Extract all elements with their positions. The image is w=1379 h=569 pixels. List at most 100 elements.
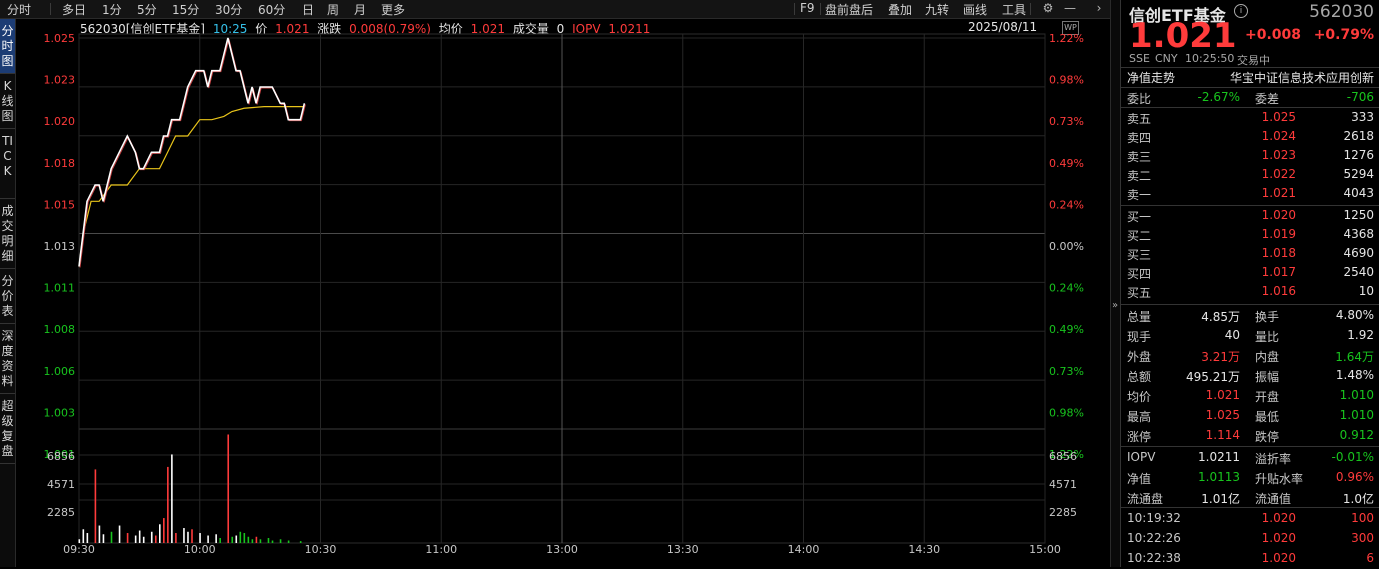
bid-row[interactable]: 买四 1.017 2540: [1127, 263, 1374, 283]
side-tab-3[interactable]: 成交明细: [0, 199, 15, 269]
bid-price: 1.019: [1261, 227, 1296, 241]
stat-value: 0.912: [1339, 428, 1374, 442]
time-tick-label: 10:30: [305, 543, 337, 556]
volume-bar: [82, 529, 85, 543]
period-tab-0[interactable]: 分时: [7, 1, 31, 18]
period-tab-8[interactable]: 周: [327, 1, 339, 18]
side-tab-4[interactable]: 分价表: [0, 269, 15, 324]
period-tab-9[interactable]: 月: [354, 1, 366, 18]
wc-label: 委差: [1255, 92, 1280, 106]
chevron-right-icon[interactable]: ›: [1092, 1, 1106, 15]
volume-bar: [102, 534, 105, 543]
ask-row[interactable]: 卖三 1.023 1276: [1127, 146, 1374, 166]
minus-icon[interactable]: —: [1063, 1, 1077, 15]
stat-value: 1.92: [1347, 328, 1374, 342]
volume-bar: [175, 533, 177, 543]
ask-label: 卖五: [1127, 112, 1152, 126]
side-tab-6[interactable]: 超级复盘: [0, 394, 15, 464]
nav-trend-link[interactable]: 净值走势: [1127, 69, 1175, 86]
period-tab-10[interactable]: 更多: [381, 1, 405, 18]
tool-tab-3[interactable]: 九转: [925, 1, 949, 18]
stat-value: 1.025: [1205, 408, 1240, 422]
vol-tick-label-right: 6856: [1049, 450, 1077, 463]
period-tab-5[interactable]: 30分: [215, 1, 242, 18]
stat-value: -0.01%: [1331, 450, 1374, 464]
side-tab-5[interactable]: 深度资料: [0, 324, 15, 394]
time-tick-label: 09:30: [63, 543, 95, 556]
volume-bar: [110, 531, 113, 543]
volume-bar: [159, 524, 161, 543]
quote-change-pct: +0.79%: [1313, 27, 1374, 43]
trade-price: 1.020: [1261, 551, 1296, 565]
bid-label: 买二: [1127, 229, 1152, 243]
volume-bar: [134, 535, 137, 543]
volume-bar: [98, 525, 101, 543]
price-line: [78, 37, 306, 267]
volume-bar: [255, 536, 258, 543]
bid-row[interactable]: 买一 1.020 1250: [1127, 206, 1374, 226]
bid-row[interactable]: 买三 1.018 4690: [1127, 244, 1374, 264]
stat-row: 涨停 1.114 跌停 0.912: [1127, 426, 1374, 446]
stat-label: 升贴水率: [1255, 472, 1304, 486]
stat-row: 最高 1.025 最低 1.010: [1127, 406, 1374, 426]
quote-panel: 信创ETF基金 i 562030 1.021 +0.008 +0.79% SSE…: [1120, 0, 1379, 567]
volume-bar: [227, 434, 230, 543]
quote-market: SSE: [1129, 52, 1150, 65]
period-tab-4[interactable]: 15分: [172, 1, 199, 18]
period-tab-2[interactable]: 1分: [102, 1, 122, 18]
side-tab-1[interactable]: K线图: [0, 74, 15, 129]
volume-bar: [183, 528, 185, 543]
volume-bar: [78, 539, 81, 543]
quote-status: 交易中: [1237, 54, 1270, 67]
time-tick-label: 11:00: [425, 543, 457, 556]
volume-bar: [126, 533, 129, 543]
bid-row[interactable]: 买五 1.016 10: [1127, 282, 1374, 302]
stat-value: 1.010: [1339, 388, 1374, 402]
volume-bar: [279, 539, 282, 543]
bid-volume: 4690: [1343, 246, 1374, 260]
stat-row: 外盘 3.21万 内盘 1.64万: [1127, 346, 1374, 366]
bid-row[interactable]: 买二 1.019 4368: [1127, 225, 1374, 245]
volume-bar: [267, 538, 270, 543]
volume-bar: [94, 469, 97, 543]
ask-row[interactable]: 卖二 1.022 5294: [1127, 165, 1374, 185]
tool-tab-5[interactable]: 工具: [1002, 1, 1026, 18]
quote-currency: CNY: [1155, 52, 1178, 65]
stat-label: 开盘: [1255, 390, 1280, 404]
pct-tick-label: 0.98%: [1049, 406, 1084, 419]
stat-value: 0.96%: [1335, 470, 1374, 484]
period-tab-6[interactable]: 60分: [258, 1, 285, 18]
tool-tab-1[interactable]: 盘前盘后: [825, 1, 873, 18]
settings-gear-icon[interactable]: ⚙: [1041, 1, 1055, 15]
stat-label: 内盘: [1255, 350, 1280, 364]
side-tab-2[interactable]: TICK: [0, 129, 15, 199]
stat-label: 溢折率: [1255, 452, 1292, 466]
side-tab-label: 超级复盘: [1, 399, 14, 458]
volume-bar: [247, 536, 250, 543]
expand-arrow-icon[interactable]: »: [1112, 300, 1118, 311]
stat-label: 总额: [1127, 370, 1152, 384]
bid-volume: 1250: [1343, 208, 1374, 222]
volume-bar: [191, 529, 193, 543]
tool-tab-4[interactable]: 画线: [963, 1, 987, 18]
stat-label: 最低: [1255, 410, 1280, 424]
trade-price: 1.020: [1261, 511, 1296, 525]
avg-price-line: [78, 105, 305, 267]
bid-label: 买四: [1127, 267, 1152, 281]
ask-row[interactable]: 卖一 1.021 4043: [1127, 184, 1374, 204]
stat-value: 1.021: [1205, 388, 1240, 402]
period-tab-7[interactable]: 日: [302, 1, 314, 18]
tool-tab-2[interactable]: 叠加: [888, 1, 912, 18]
volume-bar: [187, 531, 189, 543]
side-tab-0[interactable]: 分时图: [0, 19, 15, 74]
ask-row[interactable]: 卖四 1.024 2618: [1127, 127, 1374, 147]
ask-row[interactable]: 卖五 1.025 333: [1127, 108, 1374, 128]
side-tab-label: K线图: [1, 79, 14, 123]
stat-row: 现手 40 量比 1.92: [1127, 326, 1374, 346]
period-tab-3[interactable]: 5分: [137, 1, 157, 18]
pct-tick-label: 0.73%: [1049, 115, 1084, 128]
quote-time: 10:25:50: [1185, 52, 1235, 65]
tool-tab-0[interactable]: F9: [800, 1, 815, 15]
pct-tick-label: 0.24%: [1049, 282, 1084, 295]
period-tab-1[interactable]: 多日: [62, 1, 86, 18]
